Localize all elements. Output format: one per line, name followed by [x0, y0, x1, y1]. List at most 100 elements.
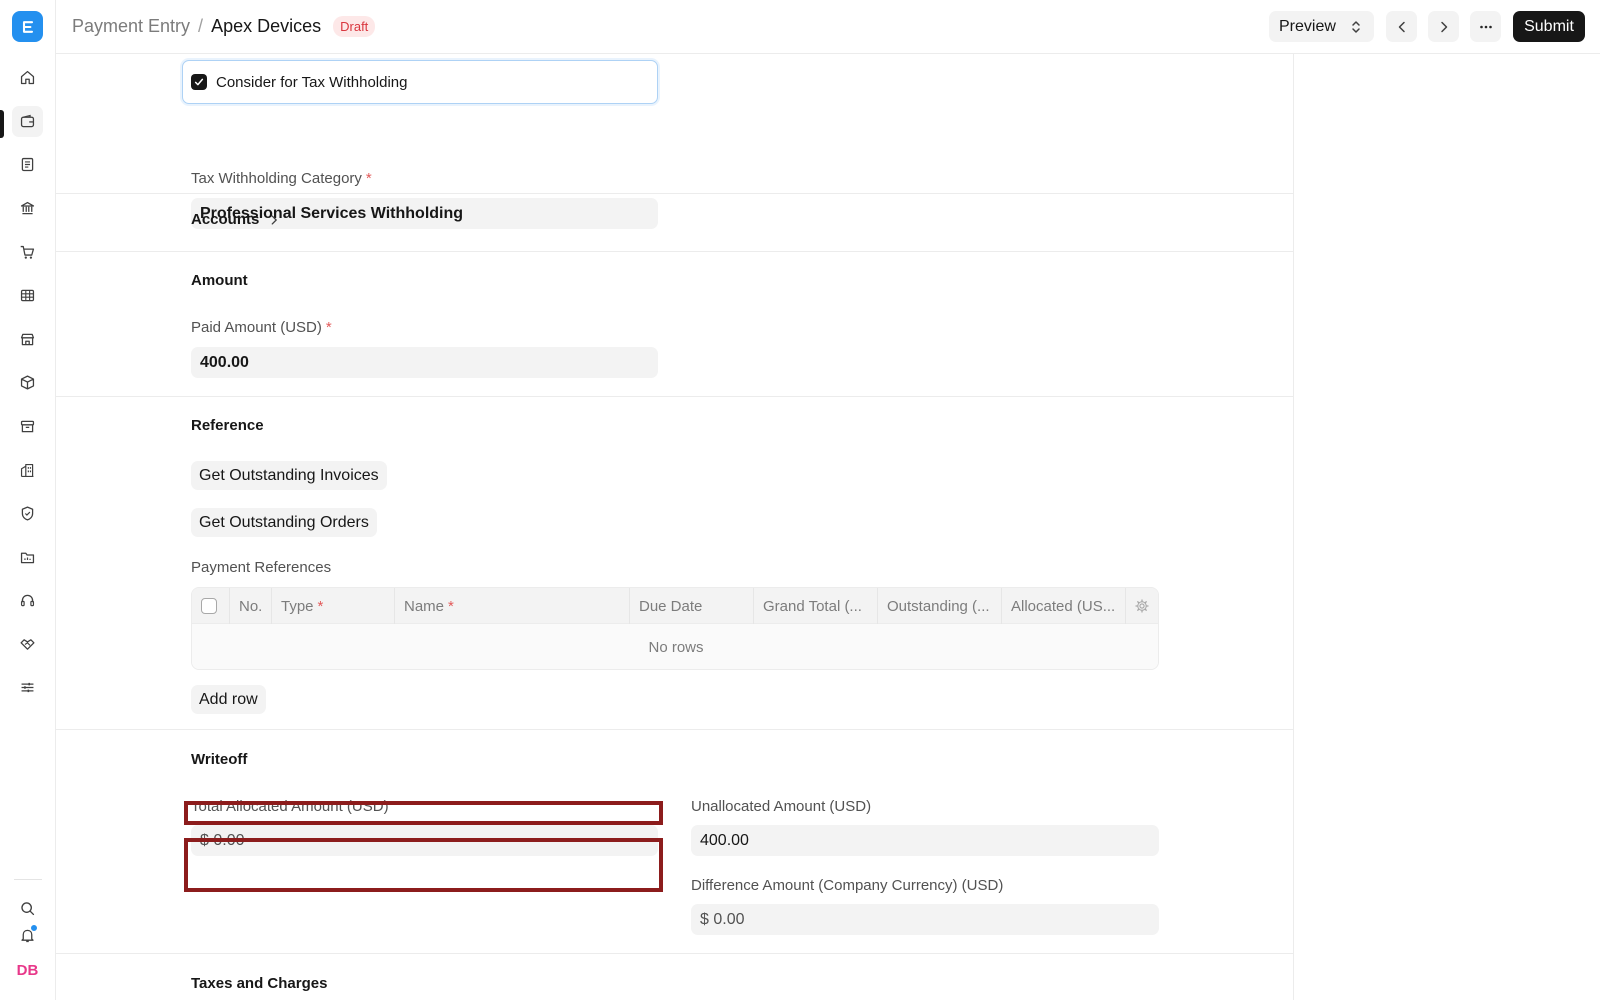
chevron-updown-icon — [1352, 20, 1360, 33]
sidebar: DB — [0, 0, 56, 1000]
unallocated-amount-input: 400.00 — [691, 825, 1159, 856]
notification-dot — [30, 924, 38, 932]
column-outstanding: Outstanding (... — [878, 588, 1002, 624]
payment-references-table: No. Type * Name * Due Date Grand Total (..… — [191, 587, 1159, 670]
chevron-right-icon — [271, 214, 278, 225]
select-all-checkbox[interactable] — [201, 598, 217, 614]
page-header: Payment Entry / Apex Devices Draft Previ… — [56, 0, 1600, 54]
column-due-date: Due Date — [630, 588, 754, 624]
sidebar-item-buying[interactable] — [12, 237, 43, 268]
breadcrumb: Payment Entry / Apex Devices Draft — [72, 16, 376, 37]
sidebar-item-accounting[interactable] — [12, 106, 43, 137]
logo-icon — [22, 20, 33, 33]
paid-amount-label-text: Paid Amount (USD) — [191, 319, 322, 336]
form-body: Consider for Tax Withholding Tax Withhol… — [56, 54, 1294, 1000]
avatar[interactable]: DB — [12, 955, 43, 986]
highlight-box-label — [184, 801, 663, 825]
wallet-icon — [20, 114, 35, 128]
bank-icon — [20, 201, 35, 215]
section-divider — [56, 396, 1294, 397]
active-marker — [0, 110, 4, 138]
breadcrumb-separator: / — [198, 16, 204, 36]
folder-icon — [20, 552, 35, 564]
sidebar-divider — [14, 879, 42, 880]
tax-withholding-label: Consider for Tax Withholding — [216, 73, 408, 91]
sidebar-item-documents[interactable] — [12, 149, 43, 180]
column-settings[interactable] — [1126, 588, 1158, 624]
check-icon — [194, 78, 204, 86]
section-divider — [56, 729, 1294, 730]
taxes-section-title: Taxes and Charges — [191, 975, 328, 992]
preview-button[interactable]: Preview — [1269, 11, 1374, 42]
sidebar-item-crm[interactable] — [12, 629, 43, 660]
submit-button[interactable]: Submit — [1513, 11, 1585, 42]
accounts-section-toggle[interactable]: Accounts — [191, 211, 281, 228]
next-record-button[interactable] — [1428, 11, 1459, 42]
ellipsis-icon — [1479, 25, 1492, 28]
store-icon — [20, 333, 35, 346]
select-all-cell — [192, 588, 230, 624]
difference-amount-label: Difference Amount (Company Currency) (US… — [691, 877, 1004, 894]
column-name-label: Name — [404, 597, 445, 615]
gear-icon — [1135, 599, 1149, 613]
sidebar-item-stock[interactable] — [12, 367, 43, 398]
page-title: Apex Devices — [211, 16, 322, 36]
get-outstanding-orders-button[interactable]: Get Outstanding Orders — [191, 508, 377, 537]
add-row-button[interactable]: Add row — [191, 685, 266, 714]
more-actions-button[interactable] — [1470, 11, 1501, 42]
sidebar-item-support[interactable] — [12, 585, 43, 616]
section-divider — [56, 251, 1294, 252]
paid-amount-input[interactable]: 400.00 — [191, 347, 658, 378]
tax-withholding-category-label: Tax Withholding Category * — [191, 170, 372, 187]
required-marker: * — [448, 597, 454, 615]
sidebar-item-quality[interactable] — [12, 498, 43, 529]
accounts-section-title: Accounts — [191, 211, 260, 228]
sliders-icon — [21, 682, 34, 693]
app-logo[interactable] — [12, 11, 43, 42]
headset-icon — [20, 594, 35, 607]
column-name: Name * — [395, 588, 630, 624]
sidebar-notifications[interactable] — [12, 920, 43, 951]
column-grand-total: Grand Total (... — [754, 588, 878, 624]
sidebar-item-assets[interactable] — [12, 411, 43, 442]
sidebar-item-banking[interactable] — [12, 193, 43, 224]
status-badge: Draft — [333, 16, 376, 37]
tax-withholding-category-label-text: Tax Withholding Category — [191, 170, 362, 187]
home-icon — [20, 70, 35, 85]
sidebar-item-home[interactable] — [12, 62, 43, 93]
sidebar-item-manufacturing[interactable] — [12, 455, 43, 486]
chevron-left-icon — [1398, 21, 1405, 32]
section-divider — [56, 193, 1294, 194]
sidebar-item-selling[interactable] — [12, 324, 43, 355]
cart-icon — [20, 245, 35, 259]
shield-icon — [21, 506, 34, 521]
unallocated-amount-label: Unallocated Amount (USD) — [691, 798, 872, 815]
column-allocated: Allocated (US... — [1002, 588, 1126, 624]
sidebar-item-settings[interactable] — [12, 672, 43, 703]
preview-label: Preview — [1279, 17, 1336, 35]
column-no: No. — [230, 588, 272, 624]
paid-amount-label: Paid Amount (USD) * — [191, 319, 332, 336]
writeoff-section-title: Writeoff — [191, 751, 248, 768]
sidebar-item-projects[interactable] — [12, 542, 43, 573]
table-header: No. Type * Name * Due Date Grand Total (..… — [192, 588, 1158, 624]
document-icon — [21, 157, 34, 172]
breadcrumb-parent[interactable]: Payment Entry — [72, 16, 190, 37]
tax-withholding-checkbox[interactable] — [191, 74, 207, 90]
column-type-label: Type — [281, 597, 314, 615]
previous-record-button[interactable] — [1386, 11, 1417, 42]
handshake-icon — [20, 639, 35, 650]
required-marker: * — [317, 597, 324, 615]
table-icon — [20, 289, 35, 302]
tax-withholding-checkbox-field[interactable]: Consider for Tax Withholding — [182, 60, 658, 104]
get-outstanding-invoices-button[interactable]: Get Outstanding Invoices — [191, 461, 387, 490]
package-icon — [20, 375, 35, 390]
payment-references-label: Payment References — [191, 559, 332, 576]
building-icon — [20, 463, 34, 478]
archive-icon — [20, 420, 35, 433]
required-marker: * — [325, 319, 332, 336]
sidebar-item-reports[interactable] — [12, 280, 43, 311]
section-divider — [56, 953, 1294, 954]
difference-amount-input: $ 0.00 — [691, 904, 1159, 935]
amount-section-title: Amount — [191, 272, 248, 289]
